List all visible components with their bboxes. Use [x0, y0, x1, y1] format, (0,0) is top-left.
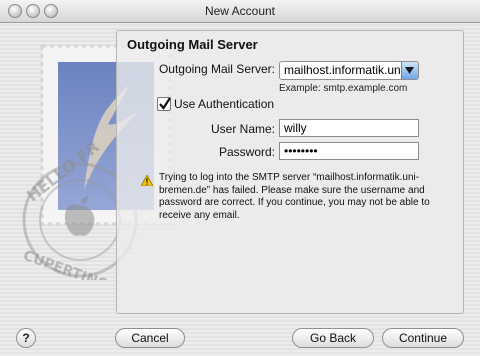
new-account-window: New Account HELLO FR CUPERTINO CA Outgoi… [0, 0, 480, 356]
warning-icon [141, 175, 153, 186]
popup-arrow-icon [401, 62, 418, 79]
use-authentication-checkbox[interactable] [157, 97, 171, 111]
server-label: Outgoing Mail Server: [158, 62, 275, 76]
username-label: User Name: [210, 122, 275, 136]
window-title: New Account [204, 4, 276, 18]
title-bar: New Account [0, 0, 480, 23]
password-label: Password: [218, 145, 275, 159]
username-value: willy [284, 121, 307, 135]
warning-message: Trying to log into the SMTP server “mail… [159, 172, 430, 221]
continue-button[interactable]: Continue [382, 328, 464, 348]
username-field[interactable]: willy [279, 119, 419, 137]
server-example: Example: smtp.example.com [279, 83, 408, 94]
settings-panel: Outgoing Mail Server Outgoing Mail Serve… [116, 30, 464, 314]
password-field[interactable]: •••••••• [279, 142, 419, 160]
checkmark-icon [159, 97, 171, 110]
server-popup[interactable]: mailhost.informatik.uni-bremen.de [279, 61, 419, 80]
section-heading: Outgoing Mail Server [127, 37, 258, 52]
help-button[interactable]: ? [16, 328, 36, 348]
go-back-button[interactable]: Go Back [292, 328, 374, 348]
server-value: mailhost.informatik.uni-bremen.de [284, 63, 402, 77]
password-value: •••••••• [284, 144, 318, 158]
cancel-button[interactable]: Cancel [115, 328, 185, 348]
use-authentication-label: Use Authentication [174, 97, 275, 111]
